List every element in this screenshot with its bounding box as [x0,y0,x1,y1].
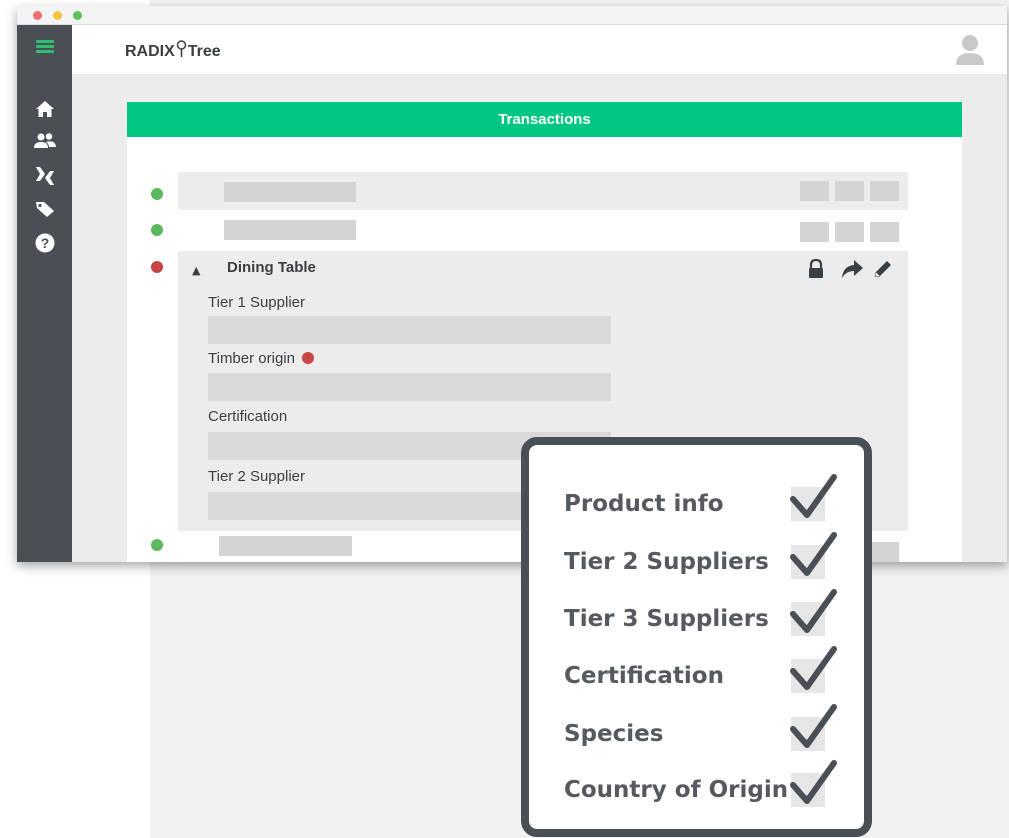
field-label-text: Timber origin [208,350,295,367]
tag-icon[interactable] [33,197,57,221]
field-label-timber-origin: Timber origin [208,350,315,367]
checklist-item-label: Country of Origin [564,777,789,803]
lock-icon[interactable] [805,258,827,280]
checklist-callout: Product info Tier 2 Suppliers Tier 3 Sup… [521,437,872,837]
field-label-tier1-supplier: Tier 1 Supplier [208,294,305,311]
logo-text-left: RADIX [125,42,175,60]
share-icon[interactable] [840,258,863,280]
row-action-placeholder[interactable] [800,181,829,201]
top-header: RADIX Tree [72,25,1007,74]
row-action-placeholder[interactable] [870,542,899,562]
checkmark-icon [787,645,839,695]
checklist-item-label: Product info [564,491,724,517]
row-placeholder [224,182,356,202]
window-titlebar [17,6,1007,25]
transactions-icon[interactable] [33,163,57,187]
field-label-tier2-supplier: Tier 2 Supplier [208,468,305,485]
row-action-placeholder[interactable] [835,181,864,201]
checkmark-icon [787,473,839,523]
edit-pencil-icon[interactable] [872,258,894,280]
checklist-item-label: Species [564,721,664,747]
card-title: Transactions [127,102,962,137]
pin-icon [176,40,187,63]
window-minimize-button[interactable] [53,11,62,20]
window-close-button[interactable] [33,11,42,20]
home-icon[interactable] [33,97,57,121]
row-action-placeholder[interactable] [835,222,864,242]
status-dot-alert [151,261,163,273]
checkmark-icon [787,531,839,581]
window-maximize-button[interactable] [73,11,82,20]
row-action-placeholder[interactable] [870,181,899,201]
checklist-item-label: Tier 3 Suppliers [564,606,769,632]
timber-origin-field[interactable] [208,373,611,401]
alert-dot-icon [302,352,315,364]
row-action-placeholder[interactable] [870,222,899,242]
collapse-caret-icon[interactable]: ▲ [192,264,200,277]
field-label-certification: Certification [208,408,288,425]
row-action-placeholder[interactable] [800,222,829,242]
users-icon[interactable] [33,129,57,153]
checkmark-icon [787,588,839,638]
hamburger-menu-icon[interactable] [33,35,57,59]
svg-text:?: ? [41,235,50,251]
tier1-supplier-field[interactable] [208,316,611,344]
transaction-title: Dining Table [227,259,316,276]
logo[interactable]: RADIX Tree [125,40,221,63]
user-avatar-icon[interactable] [955,34,985,66]
status-dot-ok [151,224,163,236]
sidebar: ? [17,25,72,562]
checkmark-icon [787,703,839,753]
checkmark-icon [787,759,839,809]
row-placeholder [224,220,356,240]
checklist-item-label: Certification [564,663,724,689]
checklist-item-label: Tier 2 Suppliers [564,549,769,575]
row-placeholder [219,536,352,556]
status-dot-ok [151,188,163,200]
logo-text-right: Tree [187,42,221,60]
help-icon[interactable]: ? [33,231,57,255]
stage: ? RADIX Tree Transactions ▲ Dining Table… [0,0,1009,838]
status-dot-ok [151,539,163,551]
